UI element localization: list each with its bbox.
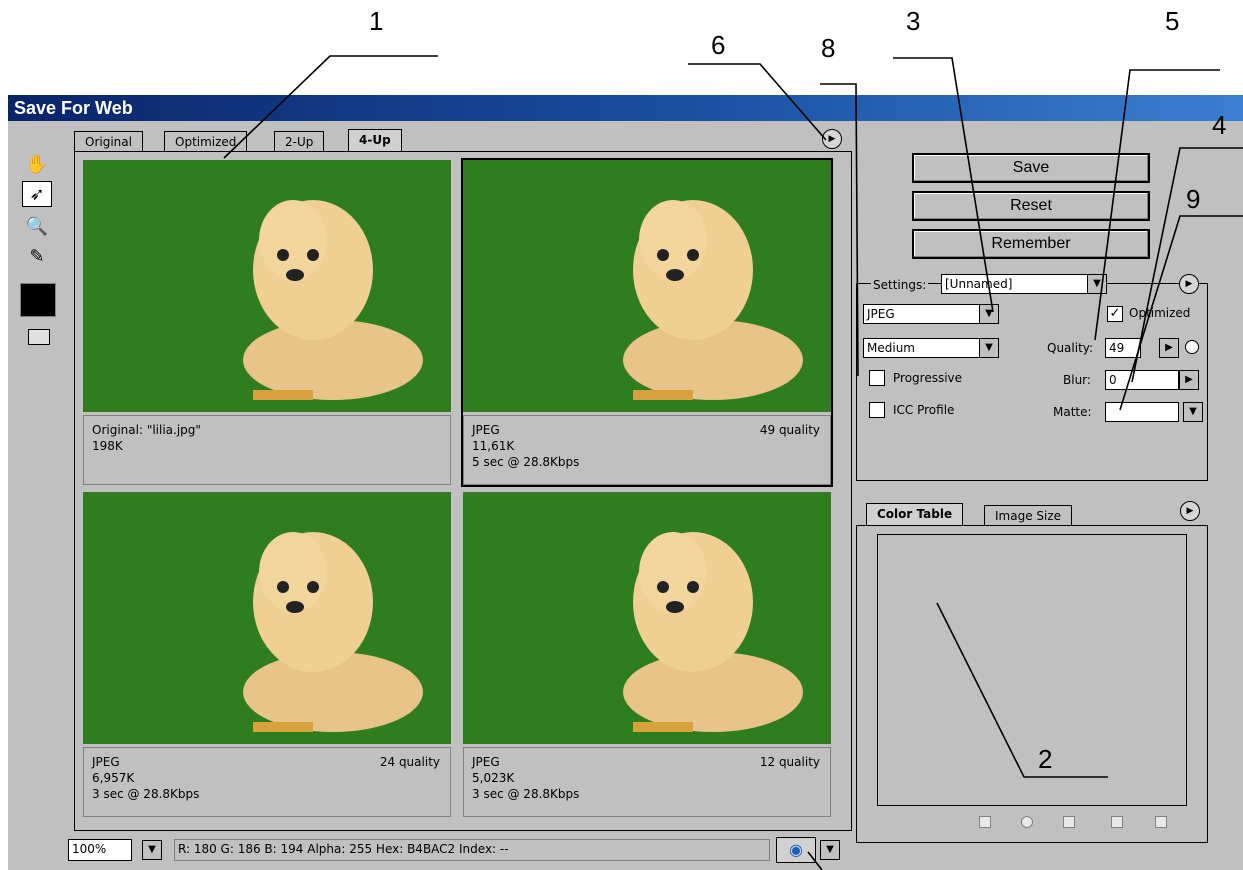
window-title: Save For Web: [8, 95, 1243, 121]
settings-menu-arrow-icon[interactable]: ▶: [1179, 274, 1199, 294]
tab-4up[interactable]: 4-Up: [348, 129, 402, 153]
settings-preset-select[interactable]: [Unnamed]: [941, 274, 1089, 294]
hand-icon[interactable]: ✋: [22, 151, 52, 177]
pane-time: 3 sec @ 28.8Kbps: [92, 787, 200, 801]
slice-select-icon[interactable]: ➶: [22, 181, 52, 207]
pane-info: JPEG 6,957K 3 sec @ 28.8Kbps 24 quality: [83, 747, 451, 817]
pane-time: 5 sec @ 28.8Kbps: [472, 455, 580, 469]
pane-quality: 49 quality: [759, 423, 820, 437]
lock-icon[interactable]: [1063, 816, 1075, 828]
preview-image: [463, 160, 831, 412]
pane-size: 6,957K: [92, 771, 135, 785]
remember-button[interactable]: Remember: [912, 229, 1150, 259]
progressive-checkbox[interactable]: [869, 370, 885, 386]
preview-pane-optimized-1[interactable]: JPEG 11,61K 5 sec @ 28.8Kbps 49 quality: [461, 158, 833, 487]
preview-image: [463, 492, 831, 744]
eyedropper-icon[interactable]: ✎: [22, 243, 52, 269]
callout-5: 5: [1165, 6, 1180, 36]
tab-2up[interactable]: 2-Up: [274, 131, 325, 153]
chevron-down-icon[interactable]: ▼: [142, 840, 162, 860]
trash-icon[interactable]: [1155, 816, 1167, 828]
new-color-icon[interactable]: [1111, 816, 1123, 828]
web-shift-icon[interactable]: [1021, 816, 1033, 828]
browser-menu-chevron-down-icon[interactable]: ▼: [820, 840, 840, 860]
pane-size: 198K: [92, 439, 123, 453]
pane-info: JPEG 5,023K 3 sec @ 28.8Kbps 12 quality: [463, 747, 831, 817]
reset-button[interactable]: Reset: [912, 191, 1150, 221]
tab-image-size[interactable]: Image Size: [984, 505, 1073, 527]
settings-panel: Settings: [Unnamed] ▼ ▶ JPEG ▼ ✓ Optimiz…: [856, 274, 1208, 481]
callout-4: 4: [1212, 110, 1227, 140]
chevron-down-icon[interactable]: ▼: [1087, 274, 1107, 294]
browser-preview-icon[interactable]: ◉: [776, 837, 816, 863]
preview-menu-arrow-icon[interactable]: ▶: [822, 129, 842, 149]
quality-input[interactable]: 49: [1105, 338, 1141, 358]
tab-original[interactable]: Original: [74, 131, 143, 153]
quality-mask-icon[interactable]: [1185, 340, 1199, 354]
blur-input[interactable]: 0: [1105, 370, 1179, 390]
optimized-label: Optimized: [1129, 306, 1191, 320]
pane-time: 3 sec @ 28.8Kbps: [472, 787, 580, 801]
pane-info: Original: "lilia.jpg" 198K: [83, 415, 451, 485]
matte-label: Matte:: [1053, 405, 1092, 419]
preview-area: Original: "lilia.jpg" 198K JPEG 11,61K 5…: [74, 151, 852, 831]
chevron-down-icon[interactable]: ▼: [1183, 402, 1203, 422]
settings-label: Settings:: [871, 278, 929, 292]
toggle-slices-icon[interactable]: [28, 329, 50, 345]
optimized-checkbox[interactable]: ✓: [1107, 306, 1123, 322]
blur-label: Blur:: [1063, 373, 1091, 387]
swatch-icon[interactable]: [20, 283, 56, 317]
format-select[interactable]: JPEG: [863, 304, 981, 324]
color-table-grid: [877, 534, 1187, 806]
icc-profile-label: ICC Profile: [893, 403, 955, 417]
pane-format: Original: "lilia.jpg": [92, 423, 201, 437]
preview-pane-optimized-2[interactable]: JPEG 6,957K 3 sec @ 28.8Kbps 24 quality: [83, 492, 451, 817]
tab-optimized[interactable]: Optimized: [164, 131, 248, 153]
color-readout: R: 180 G: 186 B: 194 Alpha: 255 Hex: B4B…: [174, 839, 770, 861]
zoom-select[interactable]: 100%: [68, 839, 132, 861]
preview-pane-optimized-3[interactable]: JPEG 5,023K 3 sec @ 28.8Kbps 12 quality: [463, 492, 831, 817]
matte-swatch[interactable]: [1105, 402, 1179, 422]
pane-info: JPEG 11,61K 5 sec @ 28.8Kbps 49 quality: [463, 415, 831, 485]
blur-slider-arrow-icon[interactable]: ▶: [1179, 370, 1199, 390]
callout-2: 2: [1038, 744, 1053, 774]
chevron-down-icon[interactable]: ▼: [979, 304, 999, 324]
pane-size: 11,61K: [472, 439, 515, 453]
map-transparent-icon[interactable]: [979, 816, 991, 828]
preview-pane-original[interactable]: Original: "lilia.jpg" 198K: [83, 160, 451, 485]
icc-profile-checkbox[interactable]: [869, 402, 885, 418]
quality-preset-select[interactable]: Medium: [863, 338, 981, 358]
save-button[interactable]: Save: [912, 153, 1150, 183]
callout-9: 9: [1186, 184, 1201, 214]
progressive-label: Progressive: [893, 371, 963, 385]
tab-color-table[interactable]: Color Table: [866, 503, 964, 527]
color-table-panel: [856, 525, 1208, 843]
zoom-icon[interactable]: 🔍: [22, 213, 52, 239]
callout-1: 1: [369, 6, 384, 36]
quality-label: Quality:: [1047, 341, 1094, 355]
callout-3: 3: [906, 6, 921, 36]
callout-6: 6: [711, 30, 726, 60]
preview-image: [83, 492, 451, 744]
pane-size: 5,023K: [472, 771, 515, 785]
color-table-menu-arrow-icon[interactable]: ▶: [1180, 501, 1200, 521]
pane-quality: 24 quality: [379, 755, 440, 769]
chevron-down-icon[interactable]: ▼: [979, 338, 999, 358]
preview-image: [83, 160, 451, 412]
save-for-web-window: Save For Web Original Optimized 2-Up 4-U…: [8, 95, 1243, 870]
callout-8: 8: [821, 33, 836, 63]
pane-quality: 12 quality: [759, 755, 820, 769]
quality-slider-arrow-icon[interactable]: ▶: [1159, 338, 1179, 358]
